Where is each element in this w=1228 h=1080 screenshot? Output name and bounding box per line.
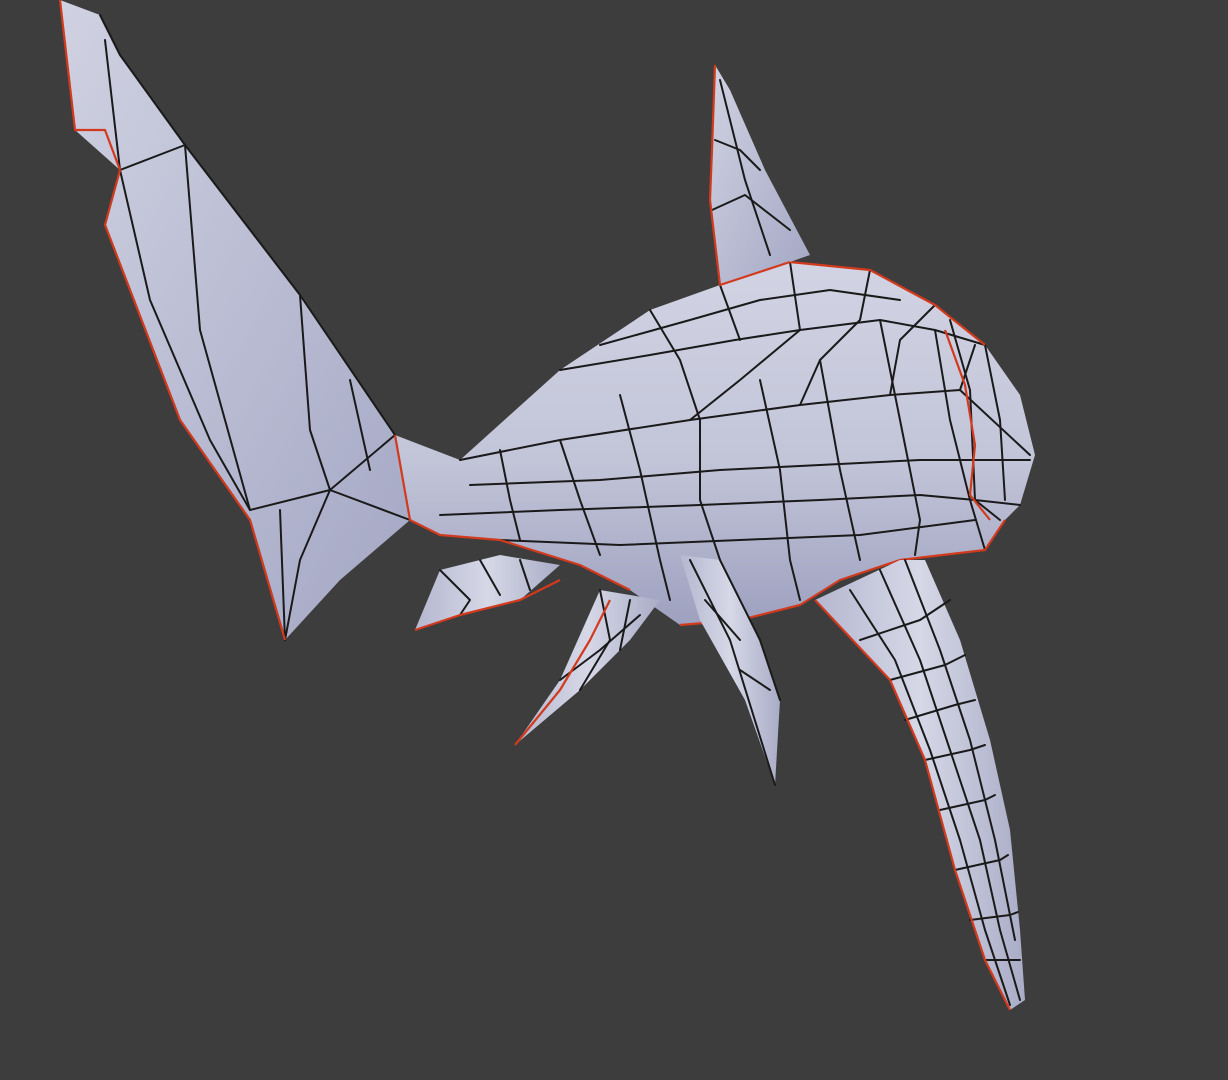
anal-fin[interactable] xyxy=(514,589,660,746)
3d-viewport[interactable] xyxy=(0,0,1228,1080)
dorsal-fin[interactable] xyxy=(708,64,810,287)
pelvic-fin[interactable] xyxy=(414,555,561,632)
pectoral-fin[interactable] xyxy=(814,559,1025,1011)
tail-fin[interactable] xyxy=(58,0,411,641)
shark-mesh[interactable] xyxy=(0,0,1228,1080)
